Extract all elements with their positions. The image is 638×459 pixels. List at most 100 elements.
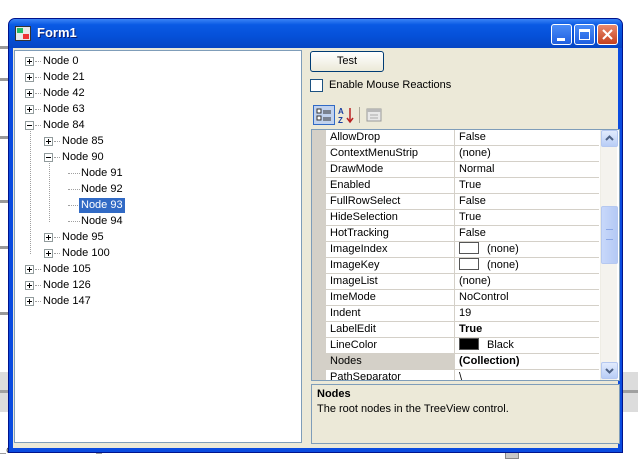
chevron-up-icon — [605, 135, 614, 141]
expand-plus-icon[interactable] — [25, 73, 34, 82]
tree-node-label[interactable]: Node 147 — [41, 294, 93, 309]
tree-node-label[interactable]: Node 91 — [79, 166, 125, 181]
property-row[interactable]: ImageList (none) — [326, 274, 599, 290]
property-grid-scrollbar[interactable] — [600, 130, 618, 380]
collapse-minus-icon[interactable] — [44, 153, 53, 162]
property-pages-button[interactable] — [364, 105, 386, 125]
property-name[interactable]: DrawMode — [326, 162, 455, 177]
property-name[interactable]: ImeMode — [326, 290, 455, 305]
property-row[interactable]: ContextMenuStrip (none) — [326, 146, 599, 162]
property-value[interactable]: Normal — [456, 162, 599, 177]
test-button[interactable]: Test — [310, 51, 384, 72]
tree-node-label[interactable]: Node 90 — [60, 150, 106, 165]
expand-plus-icon[interactable] — [44, 233, 53, 242]
property-name[interactable]: Indent — [326, 306, 455, 321]
tree-node-label[interactable]: Node 105 — [41, 262, 93, 277]
property-value[interactable]: (none) — [456, 146, 599, 161]
property-row[interactable]: FullRowSelect False — [326, 194, 599, 210]
property-row[interactable]: LabelEdit True — [326, 322, 599, 338]
property-name[interactable]: HideSelection — [326, 210, 455, 225]
mouse-reactions-checkbox[interactable] — [310, 79, 323, 92]
property-name[interactable]: Enabled — [326, 178, 455, 193]
property-value[interactable]: False — [456, 130, 599, 145]
property-name[interactable]: FullRowSelect — [326, 194, 455, 209]
expand-plus-icon[interactable] — [25, 105, 34, 114]
expand-plus-icon[interactable] — [25, 281, 34, 290]
categorized-button[interactable] — [313, 105, 335, 125]
expand-plus-icon[interactable] — [25, 57, 34, 66]
property-value-text: Black — [487, 339, 514, 351]
form-window: Form1 Node 0 Node 21 Node 42 Node 63 Node 84… — [8, 18, 623, 453]
property-row[interactable]: PathSeparator \ — [326, 370, 599, 380]
tree-view[interactable]: Node 0 Node 21 Node 42 Node 63 Node 84 Node 8… — [14, 50, 302, 443]
property-row[interactable]: ImeMode NoControl — [326, 290, 599, 306]
tree-node-label[interactable]: Node 0 — [41, 54, 80, 69]
tree-node-label[interactable]: Node 100 — [60, 246, 112, 261]
color-swatch — [459, 258, 479, 270]
tree-node-label[interactable]: Node 63 — [41, 102, 87, 117]
property-name[interactable]: ImageList — [326, 274, 455, 289]
app-icon[interactable] — [15, 26, 31, 41]
tree-node-label[interactable]: Node 85 — [60, 134, 106, 149]
property-value[interactable]: False — [456, 194, 599, 209]
property-value[interactable]: 19 — [456, 306, 599, 321]
help-description: The root nodes in the TreeView control. — [317, 403, 509, 415]
expand-plus-icon[interactable] — [25, 297, 34, 306]
property-value[interactable]: True — [456, 210, 599, 225]
property-name[interactable]: ContextMenuStrip — [326, 146, 455, 161]
property-row[interactable]: HideSelection True — [326, 210, 599, 226]
minimize-button[interactable] — [551, 24, 572, 45]
property-row[interactable]: Enabled True — [326, 178, 599, 194]
maximize-icon — [579, 29, 590, 40]
tree-node-label[interactable]: Node 42 — [41, 86, 87, 101]
tree-node-label[interactable]: Node 84 — [41, 118, 87, 133]
property-value[interactable]: (Collection) — [456, 354, 599, 369]
close-button[interactable] — [597, 24, 618, 45]
property-row[interactable]: Indent 19 — [326, 306, 599, 322]
property-name[interactable]: HotTracking — [326, 226, 455, 241]
property-value[interactable]: False — [456, 226, 599, 241]
property-row[interactable]: LineColor Black — [326, 338, 599, 354]
scroll-up-button[interactable] — [601, 130, 618, 147]
property-value[interactable]: True — [456, 178, 599, 193]
property-value[interactable]: (none) — [456, 274, 599, 289]
scroll-thumb[interactable] — [601, 206, 618, 264]
property-name[interactable]: AllowDrop — [326, 130, 455, 145]
property-value[interactable]: NoControl — [456, 290, 599, 305]
property-name[interactable]: Nodes — [326, 354, 455, 369]
tree-node-label[interactable]: Node 94 — [79, 214, 125, 229]
property-name[interactable]: LineColor — [326, 338, 455, 353]
title-bar[interactable]: Form1 — [9, 19, 622, 48]
property-name[interactable]: ImageIndex — [326, 242, 455, 257]
expand-plus-icon[interactable] — [25, 265, 34, 274]
property-name[interactable]: ImageKey — [326, 258, 455, 273]
property-name[interactable]: LabelEdit — [326, 322, 455, 337]
expand-plus-icon[interactable] — [25, 89, 34, 98]
tree-node-label[interactable]: Node 126 — [41, 278, 93, 293]
expand-plus-icon[interactable] — [44, 249, 53, 258]
tree-node-label[interactable]: Node 92 — [79, 182, 125, 197]
collapse-minus-icon[interactable] — [25, 121, 34, 130]
property-grid[interactable]: AllowDrop False ContextMenuStrip (none) Draw… — [311, 129, 620, 381]
property-value-text: False — [459, 195, 486, 207]
expand-plus-icon[interactable] — [44, 137, 53, 146]
scroll-down-button[interactable] — [601, 362, 618, 379]
property-row[interactable]: ImageIndex (none) — [326, 242, 599, 258]
property-value[interactable]: True — [456, 322, 599, 337]
property-value[interactable]: (none) — [456, 258, 599, 273]
property-row[interactable]: HotTracking False — [326, 226, 599, 242]
alphabetical-button[interactable]: A Z — [336, 105, 358, 125]
property-row[interactable]: Nodes (Collection) — [326, 354, 599, 370]
property-value[interactable]: Black — [456, 338, 599, 353]
tree-node-label[interactable]: Node 21 — [41, 70, 87, 85]
property-row[interactable]: ImageKey (none) — [326, 258, 599, 274]
property-name[interactable]: PathSeparator — [326, 370, 455, 380]
maximize-button[interactable] — [574, 24, 595, 45]
property-value[interactable]: (none) — [456, 242, 599, 257]
property-row[interactable]: DrawMode Normal — [326, 162, 599, 178]
tree-node-label[interactable]: Node 93 — [78, 197, 126, 214]
property-row[interactable]: AllowDrop False — [326, 130, 599, 146]
tree-node-label[interactable]: Node 95 — [60, 230, 106, 245]
property-value[interactable]: \ — [456, 370, 599, 380]
mouse-reactions-label[interactable]: Enable Mouse Reactions — [329, 79, 451, 91]
